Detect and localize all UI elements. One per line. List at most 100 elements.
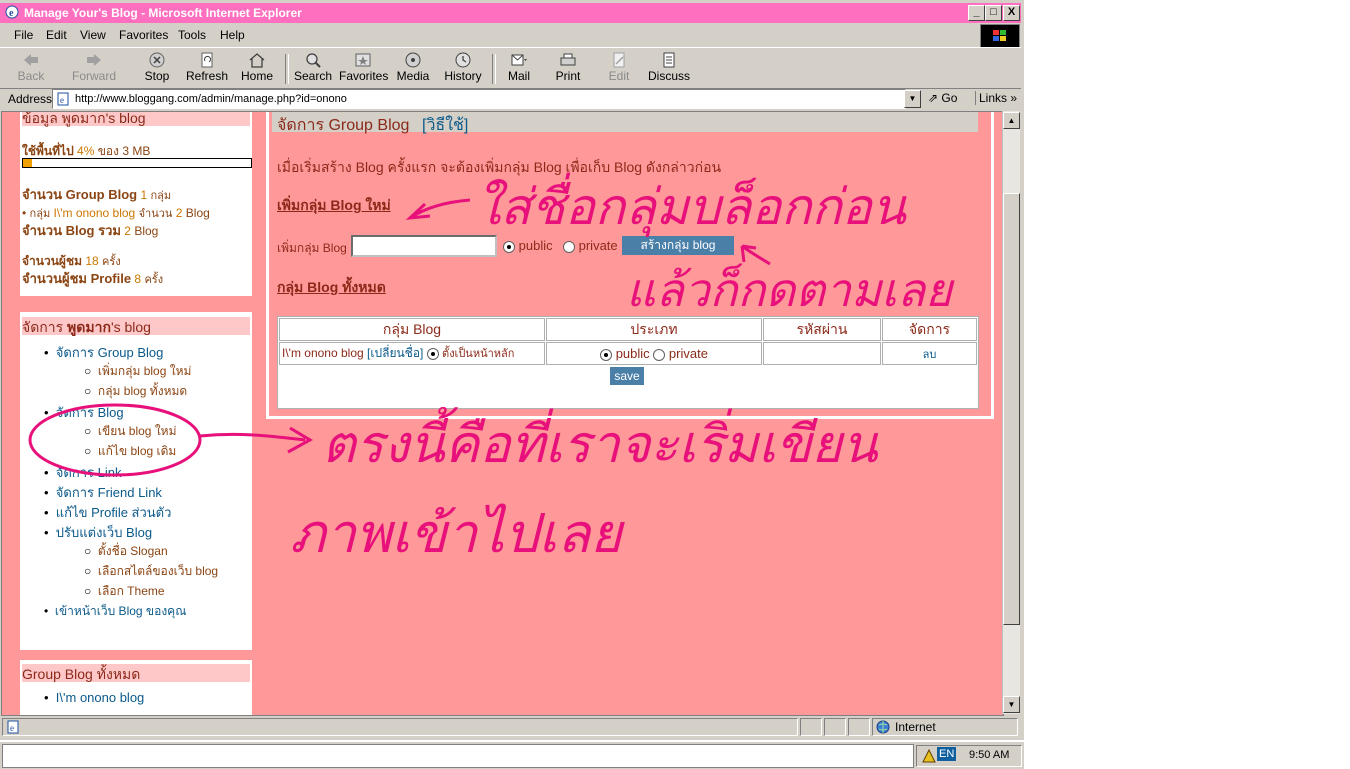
nav-go-blog[interactable]: • เข้าหน้าเว็บ Blog ของคุณ [44, 602, 186, 621]
group-count-value: 1 [140, 188, 148, 202]
scroll-up-icon[interactable]: ▲ [1003, 112, 1020, 129]
nav-edit-profile-label: แก้ไข Profile ส่วนตัว [55, 505, 172, 520]
table-row-name-cell: I\'m onono blog [เปลี่ยนชื่อ] ตั้งเป็นหน… [279, 342, 545, 365]
nav-add-group-label: เพิ่มกลุ่ม blog ใหม่ [97, 364, 192, 378]
nav-go-blog-label: เข้าหน้าเว็บ Blog ของคุณ [54, 604, 187, 618]
nav-blog-label: จัดการ Blog [55, 405, 124, 420]
links-button[interactable]: Links » [975, 91, 1017, 105]
stop-icon [149, 52, 165, 68]
menu-favorites[interactable]: Favorites [119, 28, 168, 42]
stop-button[interactable]: Stop [140, 52, 174, 86]
nav-style[interactable]: ○ เลือกสไตล์ของเว็บ blog [84, 562, 218, 581]
bullet-icon: • [44, 465, 49, 480]
all-groups-item[interactable]: • I\'m onono blog [44, 690, 144, 705]
help-link[interactable]: [วิธีใช้] [422, 113, 468, 138]
main-header: จัดการ Group Blog [วิธีใช้] [272, 112, 978, 134]
group-line-prefix: กลุ่ม [29, 208, 51, 220]
nav-edit-blog-label: แก้ไข blog เดิม [97, 444, 177, 458]
nav-group-blog[interactable]: • จัดการ Group Blog [44, 342, 163, 363]
refresh-button[interactable]: Refresh [184, 52, 230, 86]
language-indicator[interactable]: EN [937, 747, 957, 761]
row-public-radio[interactable] [600, 348, 613, 361]
print-button[interactable]: Print [553, 52, 583, 86]
scroll-thumb[interactable] [1003, 193, 1020, 625]
nav-slogan-label: ตั้งชื่อ Slogan [97, 544, 168, 558]
all-groups-panel: Group Blog ทั้งหมด • I\'m onono blog [20, 660, 252, 715]
nav-all-groups-label: กลุ่ม blog ทั้งหมด [97, 384, 188, 398]
address-dropdown-button[interactable]: ▼ [904, 90, 921, 108]
manage-panel-header: จัดการ พูดมาก's blog [22, 317, 250, 335]
circle-bullet-icon: ○ [84, 584, 92, 598]
nav-write-blog[interactable]: ○ เขียน blog ใหม่ [84, 422, 177, 441]
minimize-button[interactable]: _ [968, 5, 985, 21]
edit-button[interactable]: Edit [605, 52, 633, 86]
stop-label: Stop [144, 69, 170, 83]
menu-tools[interactable]: Tools [178, 28, 206, 42]
save-button[interactable]: save [610, 367, 644, 385]
nav-slogan[interactable]: ○ ตั้งชื่อ Slogan [84, 542, 168, 561]
annotation-enter-group-name: ใส่ชื่อกลุ่มบล็อกก่อน [476, 178, 906, 236]
history-button[interactable]: History [444, 52, 482, 86]
media-button[interactable]: Media [395, 52, 431, 86]
nav-edit-blog[interactable]: ○ แก้ไข blog เดิม [84, 442, 176, 461]
address-input[interactable]: e http://www.bloggang.com/admin/manage.p… [52, 89, 906, 109]
menu-file[interactable]: File [14, 28, 33, 42]
manage-header-suffix: 's blog [110, 319, 151, 335]
group-line-unit: Blog [185, 206, 210, 220]
bullet-icon: • [44, 405, 49, 420]
address-label: Address [8, 92, 53, 106]
table-row-type-cell: public private [546, 342, 762, 365]
nav-group-blog-label: จัดการ Group Blog [55, 345, 164, 360]
group-count-label: จำนวน Group Blog [22, 187, 138, 202]
profile-visitors-value: 8 [134, 272, 142, 286]
nav-link[interactable]: • จัดการ Link [44, 462, 121, 483]
nav-theme[interactable]: ○ เลือก Theme [84, 582, 165, 601]
go-button[interactable]: ⇗ Go [928, 91, 957, 105]
svg-text:e: e [60, 95, 64, 105]
vertical-scrollbar[interactable]: ▲ ▼ [1002, 111, 1020, 714]
toolbar-separator [285, 54, 289, 84]
links-label: Links [979, 91, 1008, 105]
go-label: Go [941, 91, 958, 105]
rename-link[interactable]: [เปลี่ยนชื่อ] [367, 346, 423, 360]
nav-edit-profile[interactable]: • แก้ไข Profile ส่วนตัว [44, 502, 171, 523]
back-button[interactable]: Back [12, 52, 50, 86]
chevron-right-icon: » [1010, 91, 1018, 105]
nav-friend-link[interactable]: • จัดการ Friend Link [44, 482, 162, 503]
maximize-button[interactable]: □ [985, 5, 1002, 21]
blog-total-label: จำนวน Blog รวม [22, 223, 121, 238]
favorites-button[interactable]: Favorites [339, 52, 388, 86]
delete-link[interactable]: ลบ [923, 349, 937, 361]
taskbar-input[interactable] [2, 744, 914, 768]
search-button[interactable]: Search [294, 52, 332, 86]
edit-page-icon [613, 52, 625, 68]
scroll-down-icon[interactable]: ▼ [1003, 696, 1020, 713]
nav-all-groups[interactable]: ○ กลุ่ม blog ทั้งหมด [84, 382, 187, 401]
menu-help[interactable]: Help [220, 28, 245, 42]
ie-window: e Manage Your's Blog - Microsoft Interne… [0, 0, 1024, 740]
table-row-manage-cell: ลบ [882, 342, 977, 365]
circle-bullet-icon: ○ [84, 544, 92, 558]
column-header-group: กลุ่ม Blog [279, 318, 545, 341]
profile-visitors-unit: ครั้ง [144, 274, 164, 286]
menu-view[interactable]: View [80, 28, 106, 42]
group-line-name[interactable]: I\'m onono blog [54, 206, 136, 220]
row-private-radio[interactable] [653, 348, 666, 361]
mail-button[interactable]: Mail [502, 52, 536, 86]
discuss-icon [663, 52, 675, 68]
home-button[interactable]: Home [239, 52, 275, 86]
nav-customize[interactable]: • ปรับแต่งเว็บ Blog [44, 522, 152, 543]
nav-add-group[interactable]: ○ เพิ่มกลุ่ม blog ใหม่ [84, 362, 191, 381]
discuss-label: Discuss [648, 69, 691, 83]
bullet-icon: • [22, 206, 27, 220]
search-label: Search [294, 69, 333, 83]
set-home-radio[interactable] [426, 347, 439, 360]
nav-link-label: จัดการ Link [55, 465, 122, 480]
nav-blog[interactable]: • จัดการ Blog [44, 402, 124, 423]
forward-button[interactable]: Forward [72, 52, 116, 86]
close-button[interactable]: X [1003, 5, 1020, 21]
status-text-pane: e [2, 718, 798, 736]
discuss-button[interactable]: Discuss [648, 52, 690, 86]
groups-table: กลุ่ม Blog ประเภท รหัสผ่าน จัดการ I\'m o… [277, 316, 979, 409]
menu-edit[interactable]: Edit [46, 28, 67, 42]
